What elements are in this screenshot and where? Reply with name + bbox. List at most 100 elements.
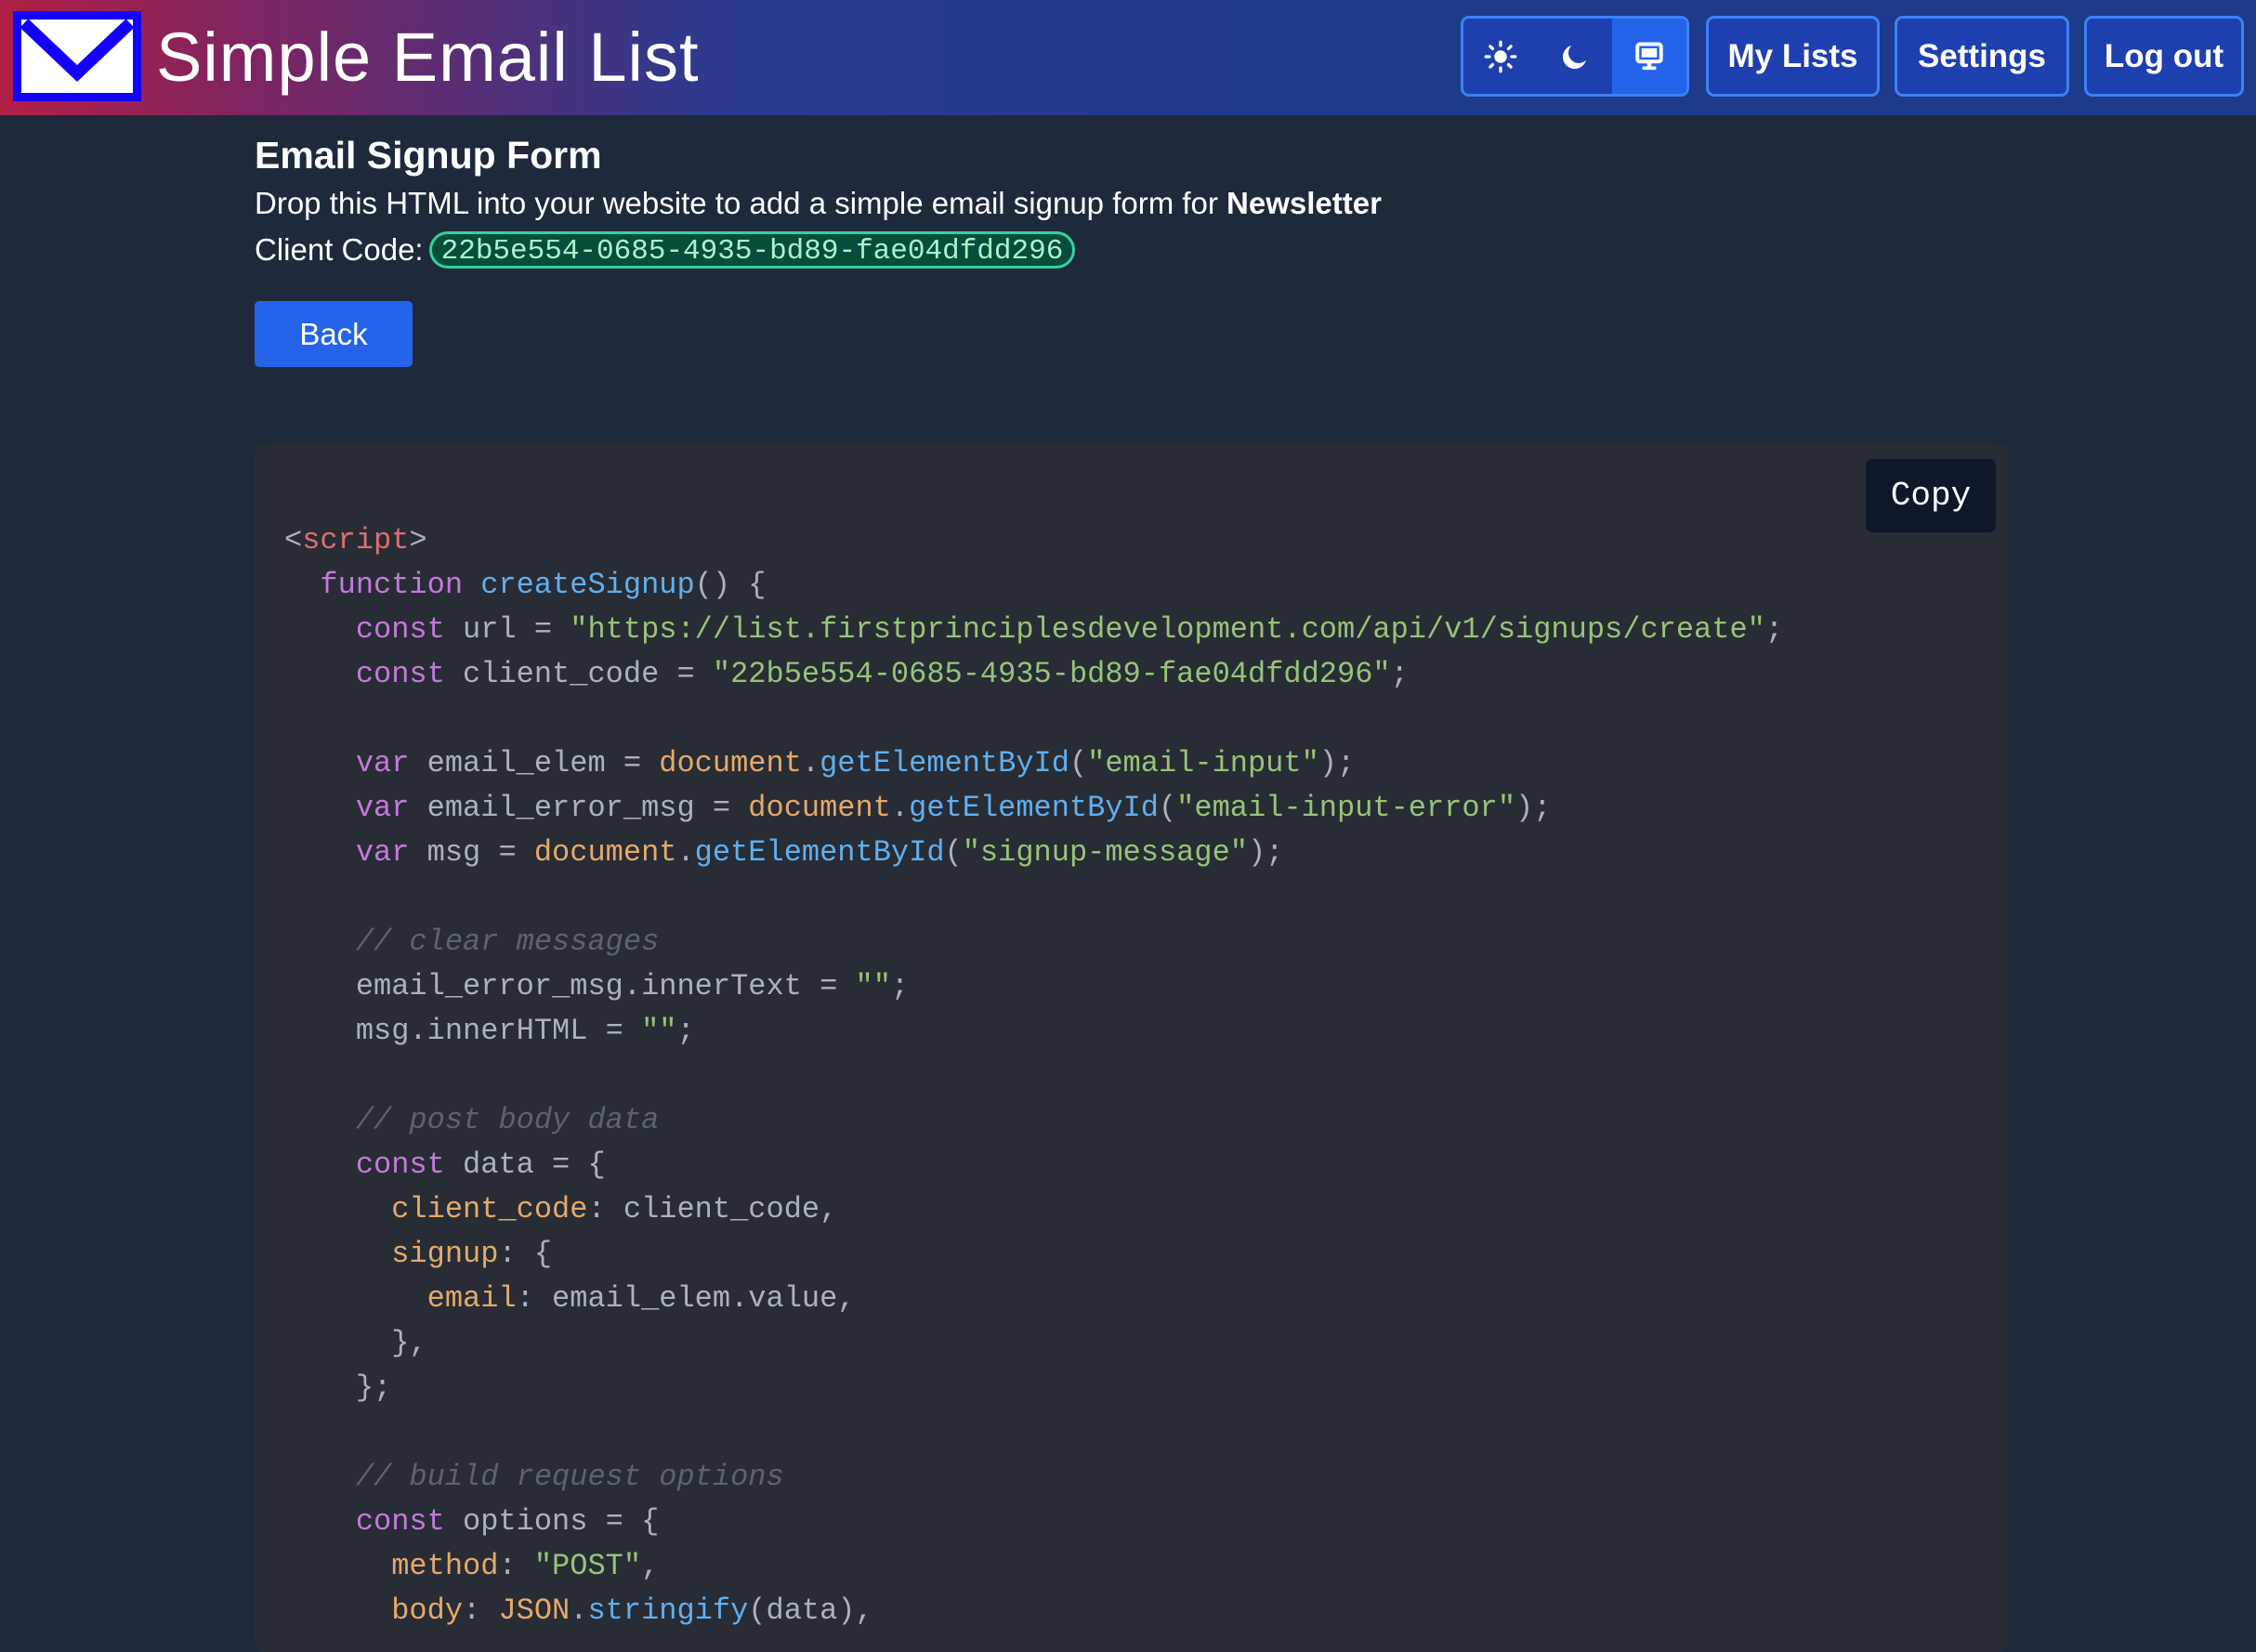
code-token: // post body data xyxy=(355,1103,660,1137)
code-token: email_elem = xyxy=(409,746,660,780)
sun-icon xyxy=(1484,40,1517,72)
code-line: body: JSON.stringify(data), xyxy=(284,1589,1783,1633)
code-token: : xyxy=(463,1593,499,1628)
code-token: < xyxy=(284,523,303,557)
light-theme-button[interactable] xyxy=(1463,19,1538,94)
code-token: url = xyxy=(444,612,571,647)
code-token: var xyxy=(355,746,410,780)
code-token: client_code xyxy=(391,1192,588,1226)
code-token: "https://list.firstprinciplesdevelopment… xyxy=(570,612,1765,647)
back-button[interactable]: Back xyxy=(255,301,413,367)
code-token: email_error_msg.innerText = xyxy=(284,969,856,1003)
code-line: const data = { xyxy=(284,1143,1783,1187)
code-token: ; xyxy=(890,969,910,1003)
code-token: var xyxy=(355,791,410,825)
code-line: // build request options xyxy=(284,1455,1783,1500)
code-line: email_error_msg.innerText = ""; xyxy=(284,964,1783,1009)
code-token: (data), xyxy=(748,1593,873,1628)
code-content[interactable]: <script> function createSignup() { const… xyxy=(284,518,1783,1633)
client-code-row: Client Code: 22b5e554-0685-4935-bd89-fae… xyxy=(255,229,1076,270)
code-line: msg.innerHTML = ""; xyxy=(284,1009,1783,1054)
description-text: Drop this HTML into your website to add … xyxy=(255,186,1227,220)
app-title[interactable]: Simple Email List xyxy=(156,13,700,102)
code-line: // clear messages xyxy=(284,920,1783,964)
code-token: stringify xyxy=(587,1593,749,1628)
code-token: . xyxy=(676,835,695,870)
system-theme-button[interactable] xyxy=(1612,19,1686,94)
code-token: script xyxy=(302,523,410,557)
code-token: : email_elem.value, xyxy=(516,1281,856,1316)
code-line: }, xyxy=(284,1321,1783,1366)
code-token: > xyxy=(409,523,427,557)
code-line: const url = "https://list.firstprinciple… xyxy=(284,608,1783,652)
code-line: client_code: client_code, xyxy=(284,1187,1783,1232)
code-block: Copy <script> function createSignup() { … xyxy=(255,444,2009,1652)
code-token: var xyxy=(355,835,410,870)
code-token: client_code = xyxy=(444,657,713,691)
code-token: : { xyxy=(498,1237,553,1271)
code-line: var email_elem = document.getElementById… xyxy=(284,741,1783,786)
code-token: const xyxy=(355,612,445,647)
copy-button[interactable]: Copy xyxy=(1866,459,1996,532)
code-token: email xyxy=(426,1281,517,1316)
page-description: Drop this HTML into your website to add … xyxy=(255,183,1382,224)
code-line: method: "POST", xyxy=(284,1544,1783,1589)
my-lists-button[interactable]: My Lists xyxy=(1706,16,1880,97)
dark-theme-button[interactable] xyxy=(1538,19,1612,94)
code-token: "POST" xyxy=(533,1549,642,1583)
code-token: signup xyxy=(391,1237,499,1271)
code-token: ); xyxy=(1247,835,1284,870)
monitor-icon xyxy=(1635,42,1663,70)
code-token: }, xyxy=(284,1326,427,1360)
log-out-button[interactable]: Log out xyxy=(2084,16,2244,97)
page-title: Email Signup Form xyxy=(255,134,602,177)
code-token: ( xyxy=(944,835,963,870)
code-token: "email-input" xyxy=(1087,746,1319,780)
moon-icon xyxy=(1562,45,1586,69)
code-token: ; xyxy=(676,1014,695,1048)
code-token: "22b5e554-0685-4935-bd89-fae04dfdd296" xyxy=(712,657,1391,691)
code-token: . xyxy=(801,746,820,780)
client-code-badge: 22b5e554-0685-4935-bd89-fae04dfdd296 xyxy=(428,231,1076,269)
top-navbar: Simple Email List My Lists Settings Log … xyxy=(0,0,2256,115)
code-line: var email_error_msg = document.getElemen… xyxy=(284,786,1783,831)
code-line: email: email_elem.value, xyxy=(284,1277,1783,1321)
code-token: body xyxy=(391,1593,464,1628)
code-token: ; xyxy=(1764,612,1784,647)
code-token: ); xyxy=(1515,791,1552,825)
code-token: method xyxy=(391,1549,499,1583)
code-token: msg = xyxy=(409,835,534,870)
code-token: // clear messages xyxy=(355,924,660,959)
code-token: getElementById xyxy=(694,835,945,870)
code-token: document xyxy=(533,835,677,870)
client-code-label: Client Code: xyxy=(255,232,424,267)
code-line: signup: { xyxy=(284,1232,1783,1277)
code-token: () { xyxy=(694,568,767,602)
code-token: data = { xyxy=(444,1147,606,1182)
code-token: , xyxy=(641,1549,660,1583)
code-token: JSON xyxy=(498,1593,571,1628)
code-token: ; xyxy=(1390,657,1409,691)
settings-button[interactable]: Settings xyxy=(1895,16,2069,97)
code-token: }; xyxy=(284,1370,392,1405)
code-token: document xyxy=(748,791,891,825)
envelope-icon[interactable] xyxy=(13,11,141,101)
list-name: Newsletter xyxy=(1226,186,1382,220)
code-token: "" xyxy=(855,969,891,1003)
code-line: }; xyxy=(284,1366,1783,1410)
